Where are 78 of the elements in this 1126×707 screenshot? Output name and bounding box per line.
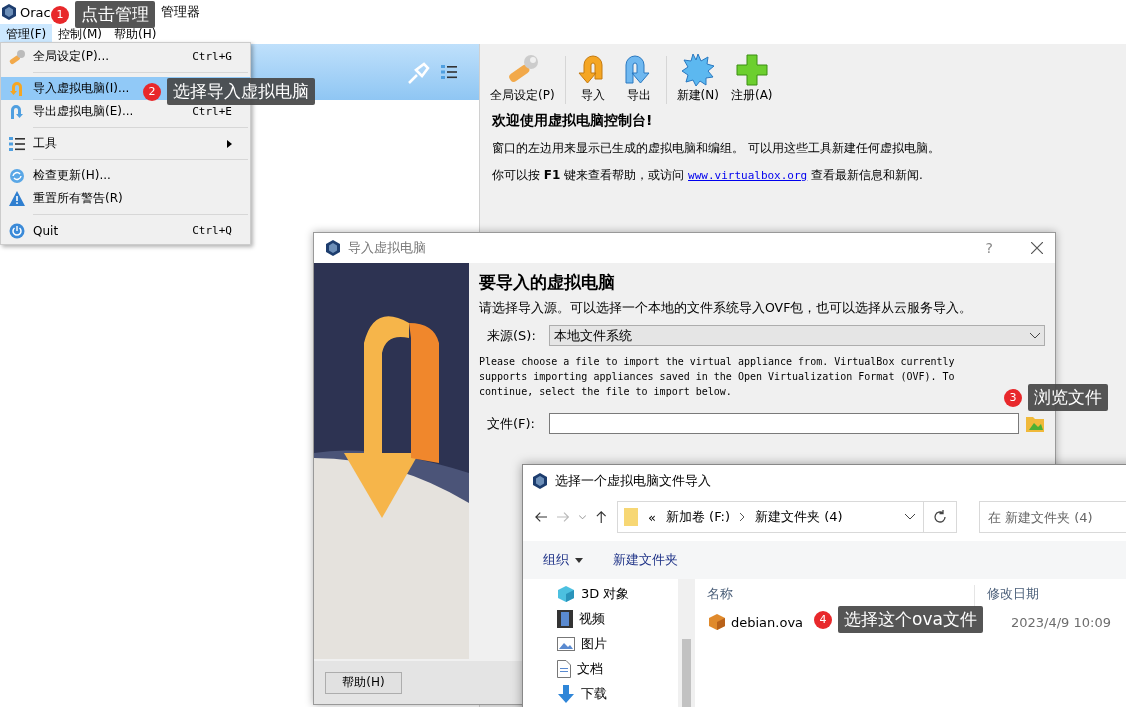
- path-prefix: «: [647, 509, 656, 525]
- navigation-item[interactable]: 下载: [557, 683, 678, 705]
- film-icon: [557, 610, 573, 628]
- menu-item[interactable]: 工具: [1, 132, 250, 155]
- dialog-title: 选择一个虚拟电脑文件导入: [555, 472, 711, 490]
- refresh-icon: [932, 510, 947, 524]
- chevron-down-icon[interactable]: [904, 514, 915, 520]
- section-heading: 要导入的虚拟电脑: [479, 271, 616, 294]
- power-icon: [9, 222, 25, 239]
- app-cube-icon: [533, 473, 547, 489]
- file-name: debian.ova: [731, 614, 804, 630]
- app-cube-icon: [2, 4, 16, 20]
- file-label: 文件(F):: [487, 414, 536, 433]
- file-path-field[interactable]: [549, 413, 1019, 434]
- source-dropdown[interactable]: 本地文件系统: [549, 325, 1045, 346]
- app-cube-icon: [326, 240, 340, 256]
- toolbar-button[interactable]: 导入: [573, 53, 612, 104]
- browse-button[interactable]: [1025, 414, 1045, 433]
- list-icon: [9, 135, 25, 152]
- chevron-down-icon: [1030, 332, 1040, 339]
- wrench-icon: [8, 48, 26, 65]
- navigation-item[interactable]: 3D 对象: [557, 583, 678, 605]
- refresh-button[interactable]: [923, 501, 957, 533]
- welcome-text: 窗口的左边用来显示已生成的虚拟电脑和编组。 可以用这些工具新建任何虚拟电脑。: [492, 140, 941, 157]
- export-arrow-icon: [9, 103, 25, 120]
- path-crumb[interactable]: 新建文件夹 (4): [755, 508, 843, 526]
- description-text: Please choose a file to import the virtual appliance from. VirtualBox currently supports importing appliances saved in the Open Virtualization Format (OVF). To continue, select the file to import below.: [479, 355, 956, 399]
- address-bar[interactable]: « 新加卷 (F:) 新建文件夹 (4): [616, 501, 924, 533]
- intro-text: 请选择导入源。可以选择一个本地的文件系统导入OVF包，也可以选择从云服务导入。: [479, 300, 974, 317]
- list-icon: [441, 64, 457, 80]
- scrollbar[interactable]: [678, 579, 695, 707]
- warning-icon: [9, 191, 25, 206]
- website-link[interactable]: www.virtualbox.org: [688, 169, 808, 182]
- chevron-right-icon: [740, 513, 746, 521]
- menu-item[interactable]: 重置所有警告(R): [1, 187, 250, 210]
- cube-icon: [557, 585, 575, 603]
- up-arrow-icon[interactable]: [596, 510, 607, 524]
- picture-icon: [557, 637, 575, 651]
- refresh-icon: [9, 167, 25, 184]
- help-glyph[interactable]: ?: [985, 240, 993, 256]
- plus-icon: [734, 53, 769, 87]
- menu-item[interactable]: 全局设定(P)... Ctrl+G: [1, 45, 250, 68]
- toolbar-button[interactable]: 全局设定(P): [488, 53, 557, 104]
- callout-label: 选择导入虚拟电脑: [167, 78, 315, 105]
- welcome-heading: 欢迎使用虚拟电脑控制台!: [492, 112, 654, 130]
- file-date: 2023/4/9 10:09: [1011, 614, 1111, 630]
- toolbar-button[interactable]: 导出: [619, 53, 658, 104]
- toolbar-button[interactable]: 注册(A): [728, 53, 775, 104]
- document-icon: [557, 660, 571, 678]
- folder-picture-icon: [1025, 414, 1045, 433]
- command-button[interactable]: 组织: [543, 551, 583, 569]
- window-title: Orac: [20, 4, 51, 20]
- callout-label: 浏览文件: [1028, 384, 1108, 411]
- menu-item[interactable]: 检查更新(H)...: [1, 164, 250, 187]
- starburst-icon: [680, 53, 715, 87]
- close-icon[interactable]: [1031, 242, 1043, 254]
- help-button[interactable]: 帮助(H): [325, 671, 402, 694]
- folder-icon: [623, 508, 638, 526]
- submenu-arrow-icon: [227, 139, 232, 148]
- navigation-item[interactable]: 图片: [557, 633, 678, 655]
- import-arrow-icon: [9, 80, 25, 97]
- download-arrow-icon: [557, 685, 575, 703]
- package-icon: [709, 614, 725, 630]
- window-title: 管理器: [160, 3, 200, 21]
- path-crumb[interactable]: 新加卷 (F:): [665, 508, 731, 526]
- menu-item[interactable]: Quit Ctrl+Q: [1, 219, 250, 242]
- navigation-item[interactable]: 文档: [557, 658, 678, 680]
- command-button[interactable]: 新建文件夹: [613, 551, 678, 569]
- dialog-title: 导入虚拟电脑: [348, 239, 427, 257]
- toolbar-button[interactable]: 新建(N): [674, 53, 721, 104]
- callout-label: 点击管理: [75, 1, 155, 28]
- help-text: 你可以按 F1 键来查看帮助，或访问 www.virtualbox.org 查看最新信息和新闻.: [492, 167, 924, 184]
- caret-icon: [575, 557, 583, 563]
- navigation-item[interactable]: 视频: [557, 608, 678, 630]
- search-field[interactable]: 在 新建文件夹 (4): [979, 501, 1126, 533]
- back-arrow-icon[interactable]: [535, 511, 548, 523]
- callout-label: 选择这个ova文件: [838, 606, 983, 633]
- source-label: 来源(S):: [487, 326, 537, 345]
